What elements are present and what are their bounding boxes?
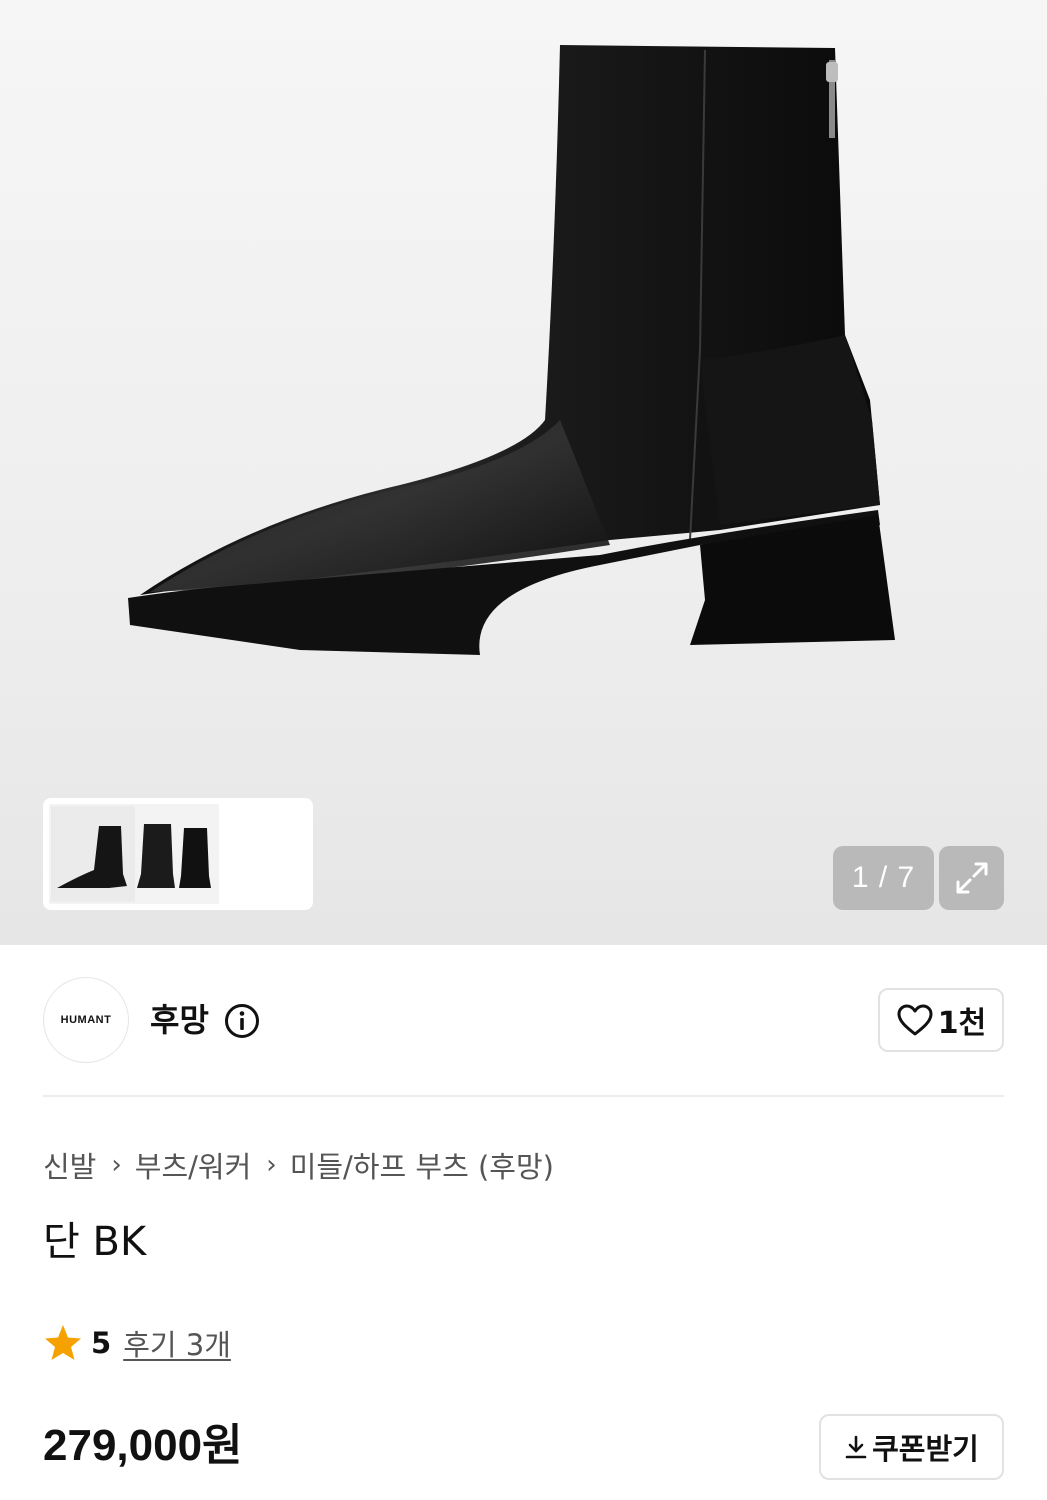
- expand-icon: [956, 862, 987, 894]
- expand-button[interactable]: [939, 846, 1004, 910]
- breadcrumb: 신발 › 부츠/워커 › 미들/하프 부츠 (후망): [43, 1143, 554, 1187]
- rating-row: 5 후기 3개: [43, 1321, 231, 1365]
- download-icon: [845, 1435, 867, 1459]
- coupon-label: 쿠폰받기: [872, 1432, 979, 1466]
- product-title: 단 BK: [43, 1219, 147, 1265]
- heart-icon: [897, 1004, 933, 1036]
- rating-value: 5: [91, 1326, 112, 1360]
- coupon-button[interactable]: 쿠폰받기: [819, 1414, 1004, 1480]
- chevron-right-icon: ›: [266, 1150, 277, 1180]
- thumbnail-strip[interactable]: [43, 798, 313, 910]
- info-icon[interactable]: [224, 1003, 260, 1039]
- product-price: 279,000원: [43, 1421, 243, 1470]
- breadcrumb-item[interactable]: 미들/하프 부츠 (후망): [290, 1144, 554, 1186]
- brand-logo[interactable]: HUMANT: [43, 977, 129, 1063]
- breadcrumb-item[interactable]: 신발: [43, 1144, 96, 1186]
- like-button[interactable]: 1천: [878, 988, 1004, 1052]
- thumbnail-image[interactable]: [49, 804, 219, 904]
- breadcrumb-item[interactable]: 부츠/워커: [135, 1144, 252, 1186]
- brand-name[interactable]: 후망: [150, 998, 209, 1042]
- image-counter: 1 / 7: [833, 846, 934, 910]
- chevron-right-icon: ›: [111, 1150, 122, 1180]
- brand-logo-text: HUMANT: [60, 1014, 112, 1026]
- star-icon: [45, 1325, 81, 1360]
- like-count: 1천: [937, 1006, 987, 1041]
- product-image-gallery[interactable]: 1 / 7: [0, 0, 1047, 945]
- divider: [43, 1095, 1004, 1097]
- review-link[interactable]: 후기 3개: [123, 1322, 231, 1364]
